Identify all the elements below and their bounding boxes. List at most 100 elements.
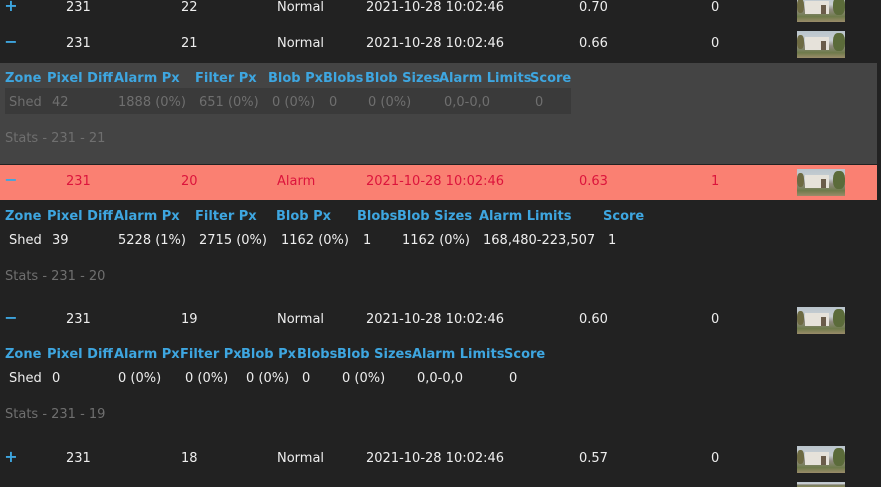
frame-timestamp: 2021-10-28 10:02:46 — [366, 312, 505, 327]
col-alarm-limits: Alarm Limits — [479, 209, 572, 224]
alarm-count: 1 — [711, 174, 720, 189]
filter-px: 651 (0%) — [199, 95, 259, 110]
alarm-px: 0 (0%) — [118, 371, 162, 386]
frame-thumbnail[interactable] — [797, 307, 845, 334]
frame-thumbnail[interactable] — [797, 31, 845, 58]
col-alarm-px: Alarm Px — [114, 347, 180, 362]
event-id: 231 — [66, 451, 91, 466]
frame-score: 0.66 — [579, 36, 608, 51]
zone-name: Shed — [9, 95, 42, 110]
col-score: Score — [504, 347, 546, 362]
frame-thumbnail[interactable] — [797, 0, 845, 22]
blobs: 1 — [363, 233, 372, 248]
col-blob-sizes: Blob Sizes — [337, 347, 413, 362]
col-score: Score — [603, 209, 645, 224]
alarm-count: 0 — [711, 312, 720, 327]
alarm-count: 0 — [711, 451, 720, 466]
event-id: 231 — [66, 0, 91, 15]
zone-score: 0 — [535, 95, 544, 110]
col-pixel-diff: Pixel Diff — [47, 209, 113, 224]
col-alarm-px: Alarm Px — [114, 209, 180, 224]
filter-px: 0 (0%) — [185, 371, 229, 386]
collapse-icon[interactable]: − — [4, 308, 18, 327]
col-zone: Zone — [5, 347, 42, 362]
frame-id: 19 — [181, 312, 198, 327]
col-zone: Zone — [5, 209, 42, 224]
alarm-px: 1888 (0%) — [118, 95, 186, 110]
blob-px: 0 (0%) — [246, 371, 290, 386]
zone-score: 0 — [509, 371, 518, 386]
frame-type: Alarm — [277, 174, 316, 189]
blob-sizes: 0 (0%) — [342, 371, 386, 386]
zone-score: 1 — [608, 233, 617, 248]
frame-thumbnail[interactable] — [797, 482, 845, 487]
zone-details: Zone Pixel Diff Alarm Px Filter Px Blob … — [0, 201, 877, 301]
col-blob-px: Blob Px — [241, 347, 297, 362]
blob-px: 1162 (0%) — [281, 233, 349, 248]
event-id: 231 — [66, 312, 91, 327]
frame-score: 0.60 — [579, 312, 608, 327]
blobs: 0 — [302, 371, 311, 386]
frame-id: 21 — [181, 36, 198, 51]
frame-type: Normal — [277, 36, 325, 51]
stats-link[interactable]: Stats - 231 - 19 — [5, 407, 105, 422]
filter-px: 2715 (0%) — [199, 233, 267, 248]
alarm-px: 5228 (1%) — [118, 233, 186, 248]
zone-details: Zone Pixel Diff Alarm Px Filter Px Blob … — [0, 63, 877, 164]
zone-name: Shed — [9, 233, 42, 248]
collapse-icon[interactable]: − — [4, 170, 18, 189]
col-pixel-diff: Pixel Diff — [47, 347, 113, 362]
zone-name: Shed — [9, 371, 42, 386]
col-alarm-px: Alarm Px — [114, 71, 180, 86]
expand-icon[interactable]: + — [4, 447, 18, 466]
pixel-diff: 39 — [52, 233, 69, 248]
col-blob-sizes: Blob Sizes — [397, 209, 473, 224]
frame-type: Normal — [277, 451, 325, 466]
alarm-limits: 0,0-0,0 — [444, 95, 491, 110]
col-blob-px: Blob Px — [276, 209, 332, 224]
alarm-count: 0 — [711, 0, 720, 15]
col-filter-px: Filter Px — [195, 71, 257, 86]
stats-link[interactable]: Stats - 231 - 21 — [5, 131, 105, 146]
frame-thumbnail[interactable] — [797, 169, 845, 196]
frame-row[interactable]: + 231 22 Normal 2021-10-28 10:02:46 0.70… — [0, 0, 877, 26]
frame-row-alarm[interactable]: − 231 20 Alarm 2021-10-28 10:02:46 0.63 … — [0, 165, 877, 200]
col-filter-px: Filter Px — [195, 209, 257, 224]
frame-score: 0.63 — [579, 174, 608, 189]
col-blobs: Blobs — [323, 71, 364, 86]
blob-px: 0 (0%) — [272, 95, 316, 110]
col-filter-px: Filter Px — [180, 347, 242, 362]
blob-sizes: 0 (0%) — [368, 95, 412, 110]
pixel-diff: 42 — [52, 95, 69, 110]
frame-timestamp: 2021-10-28 10:02:46 — [366, 174, 505, 189]
frame-type: Normal — [277, 312, 325, 327]
frame-type: Normal — [277, 0, 325, 15]
alarm-limits: 168,480-223,507 — [483, 233, 596, 248]
blob-sizes: 1162 (0%) — [402, 233, 470, 248]
frame-score: 0.57 — [579, 451, 608, 466]
frame-row[interactable]: + 231 18 Normal 2021-10-28 10:02:46 0.57… — [0, 442, 877, 477]
col-blob-px: Blob Px — [268, 71, 324, 86]
frame-id: 20 — [181, 174, 198, 189]
alarm-limits: 0,0-0,0 — [417, 371, 464, 386]
frame-score: 0.70 — [579, 0, 608, 15]
event-id: 231 — [66, 174, 91, 189]
pixel-diff: 0 — [52, 371, 61, 386]
stats-link[interactable]: Stats - 231 - 20 — [5, 269, 105, 284]
col-blobs: Blobs — [297, 347, 338, 362]
col-alarm-limits: Alarm Limits — [412, 347, 505, 362]
collapse-icon[interactable]: − — [4, 32, 18, 51]
frame-row[interactable]: − 231 19 Normal 2021-10-28 10:02:46 0.60… — [0, 303, 877, 338]
frame-thumbnail[interactable] — [797, 446, 845, 473]
frame-id: 22 — [181, 0, 198, 15]
expand-icon[interactable]: + — [4, 0, 18, 15]
frame-timestamp: 2021-10-28 10:02:46 — [366, 0, 505, 15]
zone-details: Zone Pixel Diff Alarm Px Filter Px Blob … — [0, 339, 877, 439]
col-score: Score — [530, 71, 572, 86]
col-blob-sizes: Blob Sizes — [365, 71, 441, 86]
frame-id: 18 — [181, 451, 198, 466]
frame-row[interactable]: − 231 21 Normal 2021-10-28 10:02:46 0.66… — [0, 27, 877, 62]
alarm-count: 0 — [711, 36, 720, 51]
blobs: 0 — [329, 95, 338, 110]
col-pixel-diff: Pixel Diff — [47, 71, 113, 86]
